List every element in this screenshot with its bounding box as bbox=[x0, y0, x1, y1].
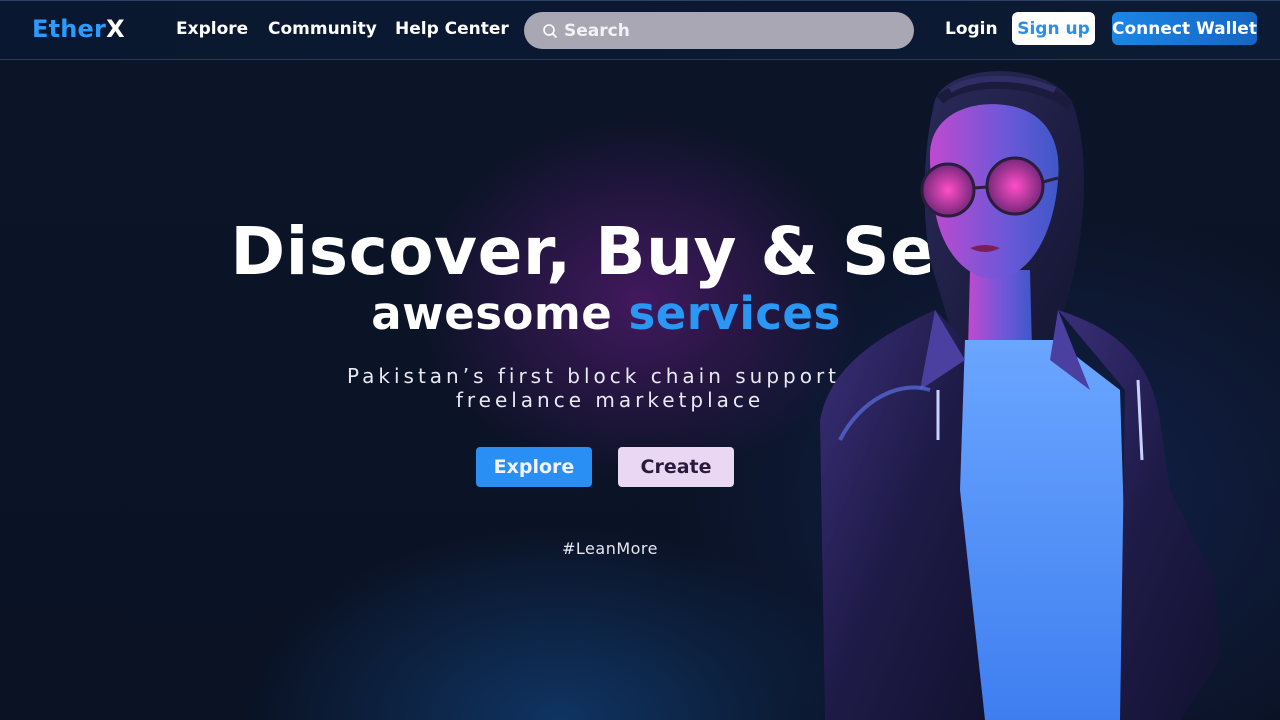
connect-wallet-button[interactable]: Connect Wallet bbox=[1112, 12, 1257, 45]
nav-help-center[interactable]: Help Center bbox=[395, 19, 509, 39]
create-button[interactable]: Create bbox=[618, 447, 734, 487]
logo-text-ether: Ether bbox=[32, 15, 107, 43]
explore-button[interactable]: Explore bbox=[476, 447, 592, 487]
logo-text-x: X bbox=[106, 15, 125, 43]
search-icon bbox=[543, 23, 557, 38]
learn-more-link[interactable]: #LeanMore bbox=[540, 539, 680, 558]
hero-model-image bbox=[820, 71, 1220, 720]
hero-subtitle-plain: awesome bbox=[371, 287, 629, 340]
search-input[interactable] bbox=[564, 20, 904, 41]
nav-community[interactable]: Community bbox=[268, 19, 377, 39]
search-bar[interactable] bbox=[524, 12, 914, 49]
signup-button[interactable]: Sign up bbox=[1012, 12, 1095, 45]
top-navbar: EtherX Explore Community Help Center Log… bbox=[0, 0, 1280, 60]
nav-explore[interactable]: Explore bbox=[176, 19, 248, 39]
login-button[interactable]: Login bbox=[945, 19, 998, 39]
logo[interactable]: EtherX bbox=[32, 15, 125, 43]
